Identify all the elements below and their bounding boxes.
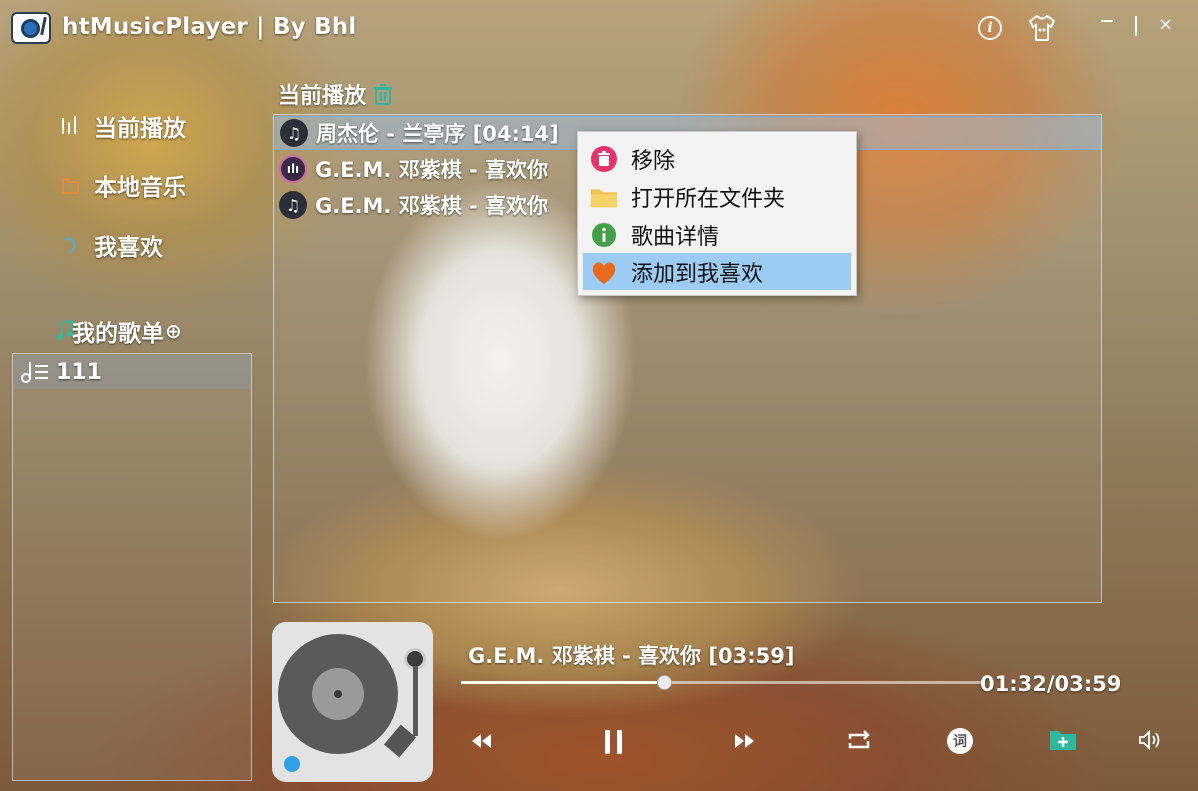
song-title: 周杰伦 - 兰亭序 [04:14] [316, 122, 559, 146]
sidebar-item-label: 本地音乐 [94, 175, 186, 201]
repeat-button[interactable] [843, 728, 875, 754]
app-logo-icon [11, 12, 51, 44]
menu-item-label: 歌曲详情 [631, 224, 720, 250]
progress-fill [461, 681, 664, 684]
app-title: htMusicPlayer | By Bhl [62, 14, 357, 40]
volume-icon [1139, 729, 1160, 751]
equalizer-icon: ılı [279, 155, 307, 183]
playlist-icon [20, 359, 50, 385]
menu-item-add-favorite[interactable]: 添加到我喜欢 [583, 253, 851, 290]
folder-open-icon [589, 182, 619, 212]
now-playing-title: G.E.M. 邓紫棋 - 喜欢你 [03:59] [468, 644, 795, 668]
previous-button[interactable] [469, 728, 495, 754]
sidebar-item-favorites[interactable]: 我喜欢 [60, 227, 163, 263]
trash-icon [589, 144, 619, 174]
menu-item-label: 添加到我喜欢 [631, 261, 764, 287]
lyrics-button[interactable]: 词 [947, 728, 973, 754]
skin-shirt-icon[interactable] [1027, 14, 1057, 42]
maximize-button[interactable] [1135, 16, 1137, 36]
sidebar-item-label: 当前播放 [94, 116, 186, 142]
pause-button[interactable] [601, 728, 627, 756]
pause-icon [605, 730, 622, 754]
section-title-label: 当前播放 [278, 84, 367, 109]
sidebar-item-label: 我喜欢 [94, 235, 163, 261]
section-title: 当前播放 [278, 78, 394, 110]
menu-item-label: 移除 [631, 148, 676, 174]
title-bar: htMusicPlayer | By Bhl i × [0, 0, 1198, 58]
heart-icon [589, 257, 619, 287]
progress-handle[interactable] [656, 675, 672, 690]
time-display: 01:32/03:59 [980, 672, 1122, 696]
music-note-icon: ♫ [280, 119, 308, 147]
sidebar-item-local-music[interactable]: 本地音乐 [60, 167, 186, 203]
add-to-playlist-button[interactable] [1049, 728, 1077, 752]
close-button[interactable]: × [1158, 14, 1173, 35]
sidebar-item-now-playing[interactable]: 当前播放 [60, 108, 186, 144]
playlist-name: 111 [56, 359, 102, 385]
menu-item-remove[interactable]: 移除 [583, 140, 851, 177]
repeat-icon [848, 730, 870, 749]
song-title: G.E.M. 邓紫棋 - 喜欢你 [315, 194, 549, 218]
menu-item-open-folder[interactable]: 打开所在文件夹 [583, 178, 851, 215]
playlist-item[interactable]: 111 [14, 355, 251, 389]
about-info-icon[interactable]: i [978, 16, 1002, 40]
menu-item-song-details[interactable]: 歌曲详情 [583, 216, 851, 253]
song-title: G.E.M. 邓紫棋 - 喜欢你 [315, 158, 549, 182]
next-button[interactable] [731, 728, 757, 754]
volume-button[interactable] [1137, 728, 1163, 752]
progress-bar[interactable] [461, 675, 981, 690]
playlist-list: 111 [12, 353, 252, 781]
fast-forward-icon [735, 734, 754, 748]
bars-icon [60, 114, 82, 138]
menu-item-label: 打开所在文件夹 [631, 186, 786, 212]
add-playlist-button[interactable]: ⊕ [165, 319, 182, 343]
playlists-title-label: 我的歌单 [72, 321, 164, 347]
minimize-button[interactable] [1101, 20, 1113, 22]
info-icon [589, 220, 619, 250]
clear-trash-icon[interactable] [372, 82, 394, 106]
music-note-icon: ♫ [279, 191, 307, 219]
playlists-title: 我的歌单 ⊕ [56, 314, 182, 348]
folder-icon [60, 173, 82, 197]
context-menu: 移除 打开所在文件夹 歌曲详情 添加到我喜欢 [577, 131, 857, 296]
heart-icon [60, 233, 82, 257]
album-art-turntable [272, 622, 433, 782]
rewind-icon [472, 734, 491, 748]
folder-add-icon [1050, 731, 1076, 750]
